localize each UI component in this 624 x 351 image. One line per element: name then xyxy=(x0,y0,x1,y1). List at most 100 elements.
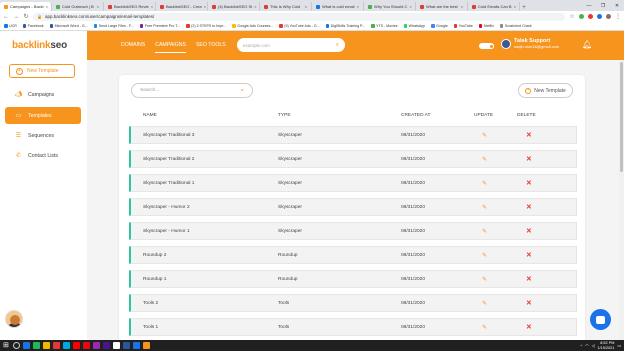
delete-icon[interactable]: ✕ xyxy=(526,131,532,139)
close-window-button[interactable]: ✕ xyxy=(610,3,624,9)
bookmark-item[interactable]: WhatsApp xyxy=(403,24,425,28)
windows-start-icon[interactable]: ⊞ xyxy=(3,342,10,349)
bookmark-item[interactable]: Microsoft Word - G... xyxy=(49,24,88,28)
profile-avatar[interactable] xyxy=(606,14,611,19)
taskbar-app-icon[interactable] xyxy=(93,342,100,349)
nav-seo-tools[interactable]: SEO Tools xyxy=(196,38,226,53)
browser-tab[interactable]: What is cold email × xyxy=(312,2,364,11)
page-scrollbar[interactable] xyxy=(619,60,624,340)
close-tab-icon[interactable]: × xyxy=(254,4,256,9)
minimize-button[interactable]: — xyxy=(582,3,596,9)
taskbar-app-icon[interactable] xyxy=(33,342,40,349)
sidebar-item-campaigns[interactable]: 📣︎ Campaigns xyxy=(5,86,81,103)
edit-icon[interactable]: ✎ xyxy=(482,228,487,235)
bookmark-item[interactable]: YTS - Movies xyxy=(371,24,398,28)
user-menu[interactable]: Talak Support saqib.user16@gmail.com xyxy=(501,38,559,49)
edit-icon[interactable]: ✎ xyxy=(482,180,487,187)
volume-icon[interactable]: ◁ xyxy=(592,343,595,348)
close-tab-icon[interactable]: × xyxy=(514,4,516,9)
browser-tab[interactable]: BacklinkSEO - Crea × xyxy=(156,2,208,11)
taskbar-app-icon[interactable] xyxy=(73,342,80,349)
edit-icon[interactable]: ✎ xyxy=(482,324,487,331)
bookmark-item[interactable]: DigiSkills Training P... xyxy=(325,24,365,28)
bell-icon[interactable]: 🔔︎ xyxy=(582,40,592,49)
bookmark-item[interactable]: Google xyxy=(431,24,448,28)
delete-icon[interactable]: ✕ xyxy=(526,155,532,163)
bookmark-item[interactable]: Netflix xyxy=(478,24,494,28)
domain-search-input[interactable]: example.com ⌕ xyxy=(237,38,345,52)
taskbar-app-icon[interactable] xyxy=(63,342,70,349)
edit-icon[interactable]: ✎ xyxy=(482,276,487,283)
close-tab-icon[interactable]: × xyxy=(305,4,307,9)
taskbar-app-icon[interactable] xyxy=(123,342,130,349)
column-header-name[interactable]: Name xyxy=(143,113,157,118)
bookmark-item[interactable]: YouTube xyxy=(453,24,473,28)
bookmark-item[interactable]: Scratched Chark xyxy=(499,24,532,28)
support-avatar[interactable] xyxy=(5,310,23,328)
bookmark-item[interactable]: (9) YouTube Ads - G... xyxy=(279,24,320,28)
close-tab-icon[interactable]: × xyxy=(409,4,411,9)
taskbar-app-icon[interactable] xyxy=(23,342,30,349)
delete-icon[interactable]: ✕ xyxy=(526,323,532,331)
chevron-up-icon[interactable]: ^ xyxy=(580,344,582,348)
sidebar-item-contact-lists[interactable]: ✆ Contact Lists xyxy=(5,147,81,164)
search-icon[interactable]: ⌕ xyxy=(336,42,339,49)
column-header-type[interactable]: Type xyxy=(278,113,291,118)
taskbar-app-icon[interactable] xyxy=(53,342,60,349)
close-tab-icon[interactable]: × xyxy=(97,4,99,9)
close-tab-icon[interactable]: × xyxy=(151,4,153,9)
extension-icon[interactable] xyxy=(579,14,584,19)
delete-icon[interactable]: ✕ xyxy=(526,251,532,259)
browser-tab[interactable]: (4) BacklinkSEO St × xyxy=(208,2,260,11)
url-field[interactable]: 🔒 app.backlinkseo.com/user/campaigns/ema… xyxy=(33,12,565,21)
logo[interactable]: backlinkseo xyxy=(0,31,87,60)
delete-icon[interactable]: ✕ xyxy=(526,227,532,235)
template-search-input[interactable]: Search... ⌕ xyxy=(131,83,253,98)
menu-dots-icon[interactable]: ⋮ xyxy=(615,13,621,20)
edit-icon[interactable]: ✎ xyxy=(482,204,487,211)
bookmark-item[interactable]: Google Ads Courses... xyxy=(232,24,273,28)
browser-tab[interactable]: BacklinkSEO Revie × xyxy=(104,2,156,11)
extension-icon[interactable] xyxy=(588,14,593,19)
edit-icon[interactable]: ✎ xyxy=(482,156,487,163)
taskbar-search-icon[interactable] xyxy=(13,342,20,349)
close-tab-icon[interactable]: × xyxy=(204,4,206,9)
nav-domains[interactable]: Domains xyxy=(121,38,145,53)
wifi-icon[interactable]: ◠ xyxy=(585,343,588,348)
nav-campaigns[interactable]: Campaigns xyxy=(155,38,186,53)
notifications-icon[interactable]: ▭ xyxy=(617,343,621,348)
taskbar-app-icon[interactable] xyxy=(103,342,110,349)
delete-icon[interactable]: ✕ xyxy=(526,275,532,283)
edit-icon[interactable]: ✎ xyxy=(482,252,487,259)
back-icon[interactable]: ← xyxy=(3,14,9,20)
column-header-created[interactable]: Created At xyxy=(401,113,430,118)
theme-toggle[interactable] xyxy=(479,43,494,49)
reload-icon[interactable]: ↻ xyxy=(23,13,29,20)
maximize-button[interactable]: ❐ xyxy=(596,3,610,9)
close-tab-icon[interactable]: × xyxy=(461,4,463,9)
search-icon[interactable]: ⌕ xyxy=(240,87,244,95)
taskbar-app-icon[interactable] xyxy=(113,342,120,349)
edit-icon[interactable]: ✎ xyxy=(482,132,487,139)
browser-tab[interactable]: Campaigns - Backl × xyxy=(0,2,52,11)
new-template-button[interactable]: + New Template xyxy=(518,83,573,98)
bookmark-item[interactable]: Send Large Files - F... xyxy=(93,24,134,28)
star-icon[interactable]: ☆ xyxy=(569,13,575,20)
browser-tab[interactable]: This Is Why Cold × xyxy=(260,2,312,11)
taskbar-app-icon[interactable] xyxy=(133,342,140,349)
delete-icon[interactable]: ✕ xyxy=(526,203,532,211)
delete-icon[interactable]: ✕ xyxy=(526,179,532,187)
bookmark-item[interactable]: Facebook xyxy=(22,24,44,28)
delete-icon[interactable]: ✕ xyxy=(526,299,532,307)
bookmark-item[interactable]: Free Premiere Pro T... xyxy=(139,24,180,28)
browser-tab[interactable]: What are the best × xyxy=(416,2,468,11)
browser-tab[interactable]: Why You Should C × xyxy=(364,2,416,11)
browser-tab[interactable]: Cold Outreach | B × xyxy=(52,2,104,11)
edit-icon[interactable]: ✎ xyxy=(482,300,487,307)
bookmark-item[interactable]: UCR xyxy=(4,24,17,28)
chat-widget-button[interactable] xyxy=(590,309,611,330)
taskbar-app-icon[interactable] xyxy=(83,342,90,349)
bookmark-item[interactable]: (2) 3 STEPS to Impr... xyxy=(186,24,226,28)
forward-icon[interactable]: → xyxy=(13,14,19,20)
taskbar-app-icon[interactable] xyxy=(43,342,50,349)
